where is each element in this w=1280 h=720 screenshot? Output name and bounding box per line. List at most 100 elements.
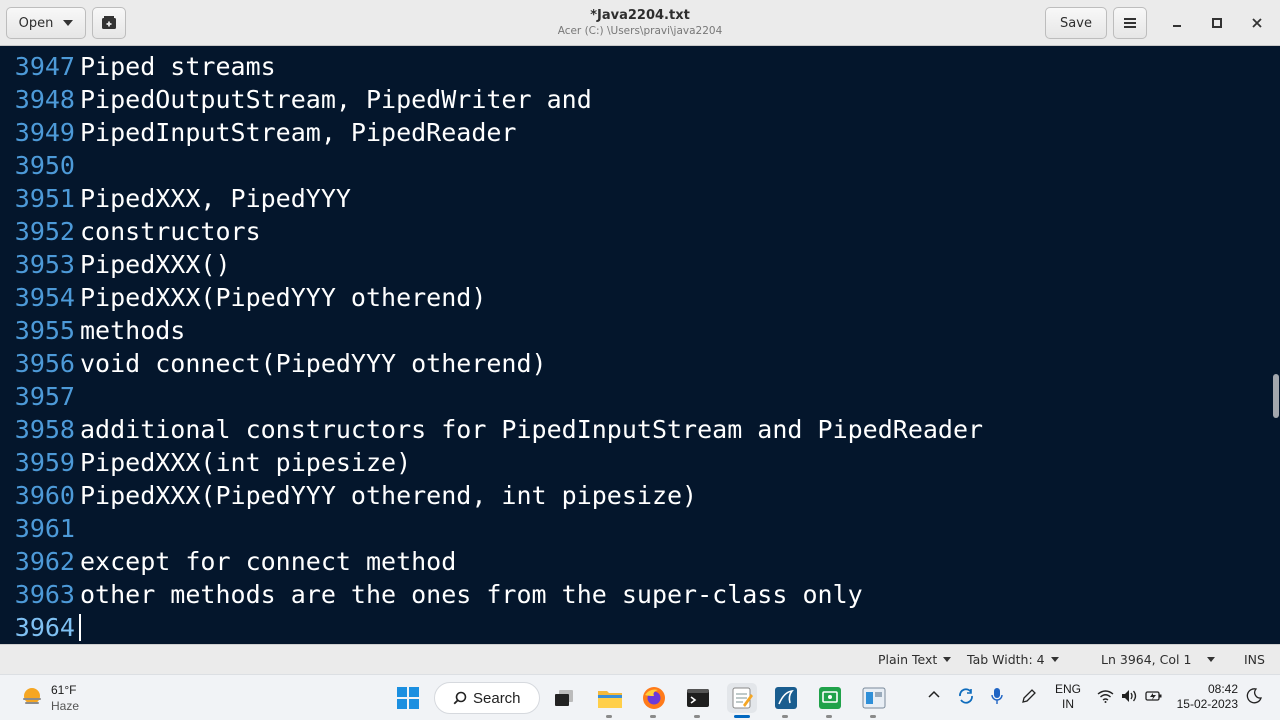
input-language[interactable]: ENG IN: [1055, 682, 1081, 712]
editor-line[interactable]: 3956 void connect(PipedYYY otherend): [0, 347, 1270, 380]
line-number: 3958: [14, 415, 75, 444]
volume-tray-button[interactable]: [1121, 689, 1138, 706]
microphone-tray-button[interactable]: [990, 687, 1004, 708]
editor-line[interactable]: 3950: [0, 149, 1270, 182]
line-text[interactable]: PipedXXX(PipedYYY otherend, int pipesize…: [80, 479, 697, 512]
tab-width-selector[interactable]: Tab Width: 4: [967, 652, 1059, 667]
maximize-button[interactable]: [1206, 12, 1228, 34]
terminal-button[interactable]: [683, 683, 713, 718]
save-button-label: Save: [1060, 15, 1092, 31]
text-editor-icon: [732, 687, 753, 709]
cursor-position-dropdown[interactable]: [1207, 657, 1215, 662]
firefox-button[interactable]: [639, 683, 669, 718]
editor-line[interactable]: 3964: [0, 611, 1270, 644]
running-indicator: [870, 715, 876, 718]
weather-haze-icon[interactable]: [20, 685, 44, 709]
hamburger-menu-button[interactable]: [1113, 7, 1147, 39]
new-document-button[interactable]: [92, 7, 126, 39]
line-number: 3950: [14, 151, 75, 180]
firefox-icon: [643, 687, 665, 709]
wifi-icon: [1097, 690, 1114, 703]
vertical-scrollbar[interactable]: [1270, 46, 1280, 644]
show-hidden-icons-button[interactable]: [927, 687, 941, 704]
line-text[interactable]: PipedXXX(): [80, 248, 231, 281]
editor-line[interactable]: 3957: [0, 380, 1270, 413]
insert-mode-indicator: INS: [1244, 652, 1265, 667]
line-text[interactable]: methods: [80, 314, 185, 347]
editor-line[interactable]: 3953 PipedXXX(): [0, 248, 1270, 281]
line-text[interactable]: PipedOutputStream, PipedWriter and: [80, 83, 592, 116]
mysql-workbench-icon: [775, 687, 797, 709]
line-number: 3953: [14, 250, 75, 279]
running-indicator: [650, 715, 656, 718]
cursor-position[interactable]: Ln 3964, Col 1: [1101, 652, 1191, 667]
system-clock[interactable]: 08:42 15-02-2023: [1176, 682, 1238, 712]
line-number: 3963: [14, 580, 75, 609]
editor-line[interactable]: 3958 additional constructors for PipedInp…: [0, 413, 1270, 446]
pen-tray-button[interactable]: [1020, 687, 1038, 708]
line-text[interactable]: PipedXXX(PipedYYY otherend): [80, 281, 486, 314]
text-editor-area[interactable]: 3947 Piped streams 3948 PipedOutputStream, …: [0, 46, 1280, 644]
running-indicator: [694, 715, 700, 718]
battery-tray-button[interactable]: [1145, 689, 1163, 706]
close-button[interactable]: [1246, 12, 1268, 34]
mysql-workbench-button[interactable]: [771, 683, 801, 718]
clock-time: 08:42: [1207, 682, 1238, 696]
editor-line[interactable]: 3959 PipedXXX(int pipesize): [0, 446, 1270, 479]
line-number: 3954: [14, 283, 75, 312]
editor-line[interactable]: 3951 PipedXXX, PipedYYY: [0, 182, 1270, 215]
status-bar: Plain Text Tab Width: 4 Ln 3964, Col 1 I…: [0, 644, 1280, 674]
document-title: *Java2204.txt: [590, 8, 690, 23]
close-icon: [1252, 18, 1262, 28]
save-button[interactable]: Save: [1045, 7, 1107, 39]
language-selector[interactable]: Plain Text: [878, 652, 952, 667]
notifications-button[interactable]: [1246, 688, 1262, 707]
chevron-down-icon: [63, 20, 74, 26]
sync-tray-button[interactable]: [957, 687, 975, 708]
start-button[interactable]: [393, 683, 423, 713]
line-number: 3961: [14, 514, 75, 543]
editor-line[interactable]: 3962 except for connect method: [0, 545, 1270, 578]
open-button[interactable]: Open: [6, 7, 86, 39]
screen-recorder-button[interactable]: [815, 683, 845, 718]
line-text[interactable]: other methods are the ones from the supe…: [80, 578, 863, 611]
editor-line[interactable]: 3948 PipedOutputStream, PipedWriter and: [0, 83, 1270, 116]
line-text[interactable]: PipedXXX(int pipesize): [80, 446, 411, 479]
volume-icon: [1122, 690, 1137, 702]
line-text[interactable]: PipedInputStream, PipedReader: [80, 116, 517, 149]
editor-line[interactable]: 3955 methods: [0, 314, 1270, 347]
text-editor-button[interactable]: [727, 683, 757, 718]
line-text[interactable]: except for connect method: [80, 545, 456, 578]
editor-line[interactable]: 3952 constructors: [0, 215, 1270, 248]
editor-line[interactable]: 3960 PipedXXX(PipedYYY otherend, int pipe…: [0, 479, 1270, 512]
weather-description[interactable]: Haze: [51, 699, 79, 713]
line-text[interactable]: void connect(PipedYYY otherend): [80, 347, 547, 380]
wifi-tray-button[interactable]: [1097, 689, 1114, 706]
line-text[interactable]: constructors: [80, 215, 261, 248]
line-text[interactable]: additional constructors for PipedInputSt…: [80, 413, 983, 446]
file-explorer-button[interactable]: [595, 683, 625, 718]
minimize-button[interactable]: [1166, 12, 1188, 34]
chevron-up-icon: [928, 690, 940, 698]
open-button-label: Open: [18, 15, 54, 31]
weather-temperature[interactable]: 61°F: [51, 683, 76, 697]
line-number: 3955: [14, 316, 75, 345]
editor-line[interactable]: 3949 PipedInputStream, PipedReader: [0, 116, 1270, 149]
editor-line[interactable]: 3954 PipedXXX(PipedYYY otherend): [0, 281, 1270, 314]
tab-width-label: Tab Width: 4: [967, 652, 1045, 667]
editor-line[interactable]: 3947 Piped streams: [0, 50, 1270, 83]
scrollbar-thumb[interactable]: [1273, 374, 1279, 418]
header-bar: Open *Java2204.txt Acer (C:) \Users\prav…: [0, 0, 1280, 46]
app-window-button[interactable]: [859, 683, 889, 718]
line-number: 3949: [14, 118, 75, 147]
taskbar-search[interactable]: Search: [434, 682, 540, 714]
task-view-button[interactable]: [549, 683, 579, 713]
editor-line[interactable]: 3963 other methods are the ones from the …: [0, 578, 1270, 611]
line-text[interactable]: PipedXXX, PipedYYY: [80, 182, 351, 215]
windows-taskbar: 61°F Haze Search ENG IN 08:42 15-02-2023: [0, 674, 1280, 720]
line-text[interactable]: Piped streams: [80, 50, 276, 83]
line-number: 3960: [14, 481, 75, 510]
document-path: Acer (C:) \Users\pravi\java2204: [557, 25, 723, 37]
editor-line[interactable]: 3961: [0, 512, 1270, 545]
running-indicator: [826, 715, 832, 718]
